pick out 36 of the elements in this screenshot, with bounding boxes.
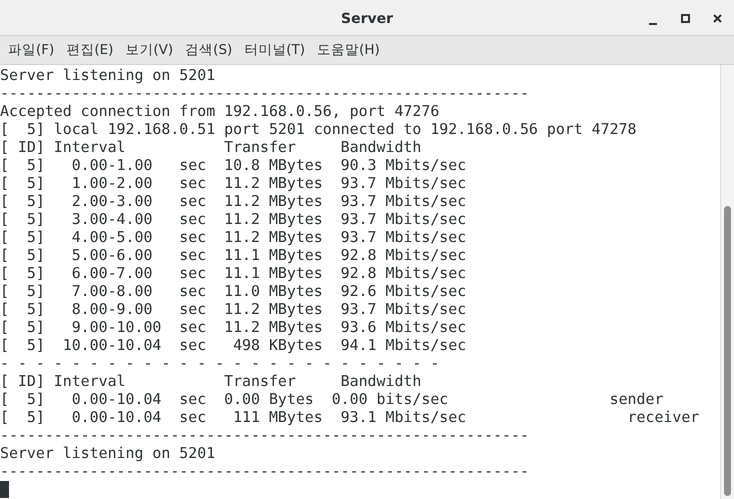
menu-item[interactable]: 보기(V) — [119, 40, 180, 60]
scrollbar-thumb[interactable] — [724, 206, 731, 496]
text-cursor — [0, 480, 9, 498]
minimize-icon — [649, 23, 657, 25]
maximize-button[interactable] — [678, 11, 692, 25]
window-title: Server — [340, 10, 393, 26]
menu-item[interactable]: 터미널(T) — [238, 40, 312, 60]
terminal-line: [ 5] 4.00-5.00 sec 11.2 MBytes 93.7 Mbits/sec — [0, 228, 466, 246]
terminal-line: [ 5] 0.00-1.00 sec 10.8 MBytes 90.3 Mbits/sec — [0, 156, 466, 174]
maximize-icon — [680, 14, 690, 22]
menu-item[interactable]: 편집(E) — [60, 40, 120, 60]
terminal-line: [ 5] local 192.168.0.51 port 5201 connected to 192.168.0.56 port 47278 — [0, 120, 637, 138]
menu-item[interactable]: 도움말(H) — [311, 40, 386, 60]
terminal-line: [ 5] 10.00-10.04 sec 498 KBytes 94.1 Mbits/sec — [0, 336, 466, 354]
terminal-line: - - - - - - - - - - - - - - - - - - - - - - - - - — [0, 354, 440, 372]
terminal-line: [ 5] 5.00-6.00 sec 11.1 MBytes 92.8 Mbits/sec — [0, 246, 466, 264]
terminal-line: [ 5] 1.00-2.00 sec 11.2 MBytes 93.7 Mbits/sec — [0, 174, 466, 192]
terminal-line: ----------------------------------------------------------- — [0, 426, 529, 444]
terminal-line: [ 5] 0.00-10.04 sec 111 MBytes 93.1 Mbits/sec receiver — [0, 408, 700, 426]
terminal-line: [ ID] Interval Transfer Bandwidth — [0, 372, 422, 390]
terminal-line: [ 5] 6.00-7.00 sec 11.1 MBytes 92.8 Mbits/sec — [0, 264, 466, 282]
terminal-line: [ 5] 8.00-9.00 sec 11.2 MBytes 93.7 Mbits/sec — [0, 300, 466, 318]
terminal-line: Server listening on 5201 — [0, 444, 216, 462]
terminal-line: [ 5] 2.00-3.00 sec 11.2 MBytes 93.7 Mbits/sec — [0, 192, 466, 210]
terminal-line: [ 5] 3.00-4.00 sec 11.2 MBytes 93.7 Mbits/sec — [0, 210, 466, 228]
terminal-line: [ ID] Interval Transfer Bandwidth — [0, 138, 422, 156]
terminal-line: [ 5] 0.00-10.04 sec 0.00 Bytes 0.00 bits/sec sender — [0, 390, 664, 408]
menu-item[interactable]: 검색(S) — [179, 40, 238, 60]
terminal-line: ----------------------------------------------------------- — [0, 84, 529, 102]
terminal-line: Accepted connection from 192.168.0.56, port 47276 — [0, 102, 440, 120]
terminal-line: ----------------------------------------------------------- — [0, 462, 529, 480]
terminal-line: [ 5] 9.00-10.00 sec 11.2 MBytes 93.6 Mbits/sec — [0, 318, 466, 336]
close-icon — [712, 14, 722, 22]
menu-item[interactable]: 파일(F) — [2, 40, 60, 60]
terminal-line: [ 5] 7.00-8.00 sec 11.0 MBytes 92.6 Mbits/sec — [0, 282, 466, 300]
terminal-line: Server listening on 5201 — [0, 66, 216, 84]
